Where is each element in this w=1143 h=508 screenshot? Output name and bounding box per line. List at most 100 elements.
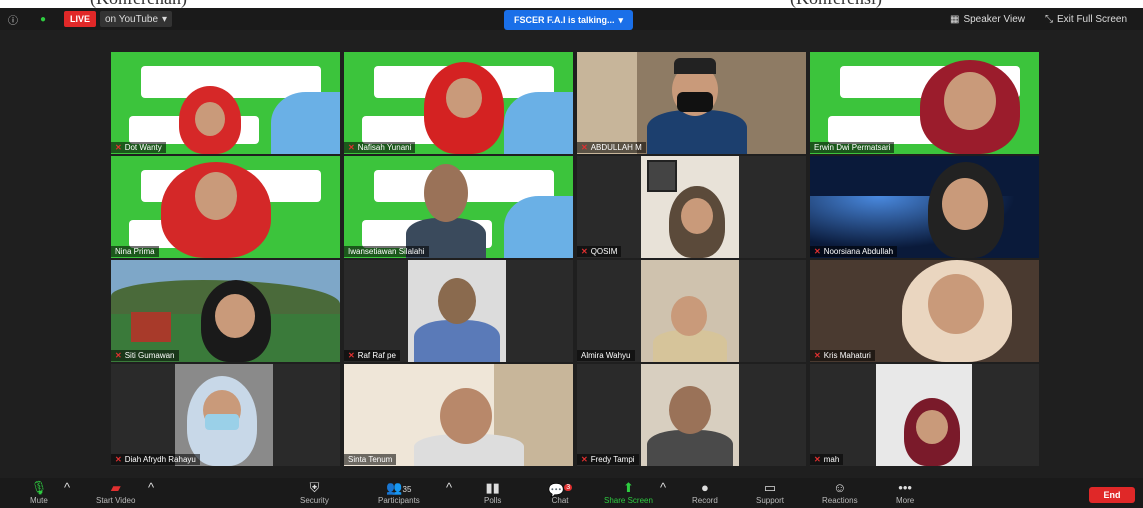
participant-face [195, 102, 225, 136]
more-icon: ••• [898, 480, 912, 495]
chat-icon: 💬 3 [548, 482, 573, 498]
participants-button[interactable]: 👥35 Participants [378, 480, 420, 505]
participant-name: ✕ ABDULLAH M [577, 142, 646, 153]
participant-name: Nina Prima [111, 246, 159, 257]
participant-name: ✕ Kris Mahaturi [810, 350, 875, 361]
participant-face [440, 388, 492, 444]
polls-label: Polls [484, 496, 502, 505]
video-tile[interactable]: ✕ ABDULLAH M [577, 52, 806, 154]
participant-face [671, 296, 707, 336]
participants-options-button[interactable]: ^ [446, 480, 452, 496]
mute-options-button[interactable]: ^ [64, 480, 70, 496]
info-icon[interactable]: ⓘ [8, 11, 18, 27]
record-button[interactable]: ● Record [692, 480, 718, 505]
mute-button[interactable]: 🎙 Mute [30, 480, 48, 505]
record-icon: ● [700, 480, 709, 495]
speaker-view-button[interactable]: ▦ Speaker View [950, 11, 1025, 27]
more-button[interactable]: ••• More [896, 480, 914, 505]
video-tile[interactable]: ✕ Diah Afrydh Rahayu [111, 364, 340, 466]
video-tile[interactable]: Almira Wahyu [577, 260, 806, 362]
support-button[interactable]: ▭ Support [756, 480, 784, 505]
wall-frame [647, 160, 677, 192]
participant-name: Iwansetiawan Silalahi [344, 246, 429, 257]
share-screen-button[interactable]: ⬆ Share Screen [604, 480, 653, 505]
participant-video [414, 320, 500, 362]
participant-face [215, 294, 255, 338]
slide-globe [504, 196, 573, 258]
participant-name: Almira Wahyu [577, 350, 635, 361]
video-tile[interactable]: ✕ mah [810, 364, 1039, 466]
document-header-strip: (Konferenan) (Konferensi) [0, 0, 1143, 8]
video-tile[interactable]: ✕ Noorsiana Abdullah [810, 156, 1039, 258]
stream-label: on YouTube [105, 13, 159, 25]
participant-name: ✕ Dot Wanty [111, 142, 166, 153]
video-options-button[interactable]: ^ [148, 480, 154, 496]
participant-cap [674, 58, 716, 74]
video-tile[interactable]: ✕ Dot Wanty [111, 52, 340, 154]
participant-mask [205, 414, 239, 430]
video-tile[interactable]: ✕ Raf Raf pe [344, 260, 573, 362]
meeting-toolbar: 🎙 Mute ^ ▰ Start Video ^ ⛨ Security 👥35 … [0, 478, 1143, 508]
participant-name: Sinta Tenum [344, 454, 397, 465]
video-tile[interactable]: Iwansetiawan Silalahi [344, 156, 573, 258]
participant-mask [677, 92, 713, 112]
participant-face [681, 198, 713, 234]
participant-face [942, 178, 988, 230]
chevron-up-icon: ^ [148, 480, 155, 495]
end-button[interactable]: End [1089, 487, 1135, 503]
video-tile[interactable]: Sinta Tenum [344, 364, 573, 466]
chevron-up-icon: ^ [660, 480, 667, 495]
slide-globe [504, 92, 573, 154]
chat-button[interactable]: 💬 3 Chat [548, 480, 573, 505]
polls-button[interactable]: ▮▮ Polls [484, 480, 501, 505]
polls-icon: ▮▮ [485, 480, 500, 495]
share-options-button[interactable]: ^ [660, 480, 666, 496]
participant-face [928, 274, 984, 334]
security-label: Security [300, 496, 329, 505]
video-tile[interactable]: ✕ Fredy Tampi [577, 364, 806, 466]
participant-face [438, 278, 476, 324]
exit-fullscreen-button[interactable]: ⤡ Exit Full Screen [1045, 11, 1127, 27]
talking-label: FSCER F.A.I is talking... [514, 15, 615, 25]
mute-label: Mute [30, 496, 48, 505]
video-tile[interactable]: ✕ QOSIM [577, 156, 806, 258]
security-button[interactable]: ⛨ Security [300, 480, 329, 505]
participant-face [446, 78, 482, 118]
share-screen-icon: ⬆ [623, 480, 634, 495]
start-video-button[interactable]: ▰ Start Video [96, 480, 135, 505]
live-badge: LIVE [64, 11, 97, 27]
chevron-up-icon: ^ [64, 480, 71, 495]
microphone-icon: 🎙 [30, 480, 48, 495]
video-tile[interactable]: ✕ Siti Gumawan [111, 260, 340, 362]
exit-fullscreen-icon: ⤡ [1045, 13, 1053, 25]
chat-label: Chat [551, 496, 569, 505]
participant-name: ✕ Diah Afrydh Rahayu [111, 454, 200, 465]
participant-face [195, 172, 237, 220]
video-tile[interactable]: Nina Prima [111, 156, 340, 258]
stream-dropdown[interactable]: on YouTube ▾ [100, 11, 173, 27]
participant-name: ✕ mah [810, 454, 844, 465]
participants-label: Participants [378, 496, 420, 505]
chevron-up-icon: ^ [446, 480, 453, 495]
video-tile[interactable]: ✕ Nafisah Yunani [344, 52, 573, 154]
speaker-view-label: Speaker View [963, 13, 1025, 25]
talking-indicator[interactable]: FSCER F.A.I is talking... ▾ [504, 10, 634, 30]
participant-name: ✕ Nafisah Yunani [344, 142, 416, 153]
room-wall [577, 52, 637, 154]
slide-globe [271, 92, 340, 154]
video-tile[interactable]: ✕ Kris Mahaturi [810, 260, 1039, 362]
reactions-icon: ☺ [833, 480, 847, 495]
participants-icon: 👥35 [386, 480, 412, 495]
chevron-down-icon: ▾ [162, 13, 168, 25]
reactions-label: Reactions [822, 496, 858, 505]
video-tile[interactable]: Erwin Dwi Permatsari [810, 52, 1039, 154]
support-icon: ▭ [763, 480, 777, 495]
house-roof [131, 312, 171, 342]
shield-icon: ⛨ [309, 480, 320, 495]
reactions-button[interactable]: ☺ Reactions [822, 480, 858, 505]
shield-icon[interactable]: ● [40, 11, 46, 27]
participant-face [944, 72, 996, 130]
header-text-left: (Konferenan) [90, 0, 187, 8]
chat-badge: 3 [564, 484, 573, 491]
participant-face [916, 410, 948, 444]
